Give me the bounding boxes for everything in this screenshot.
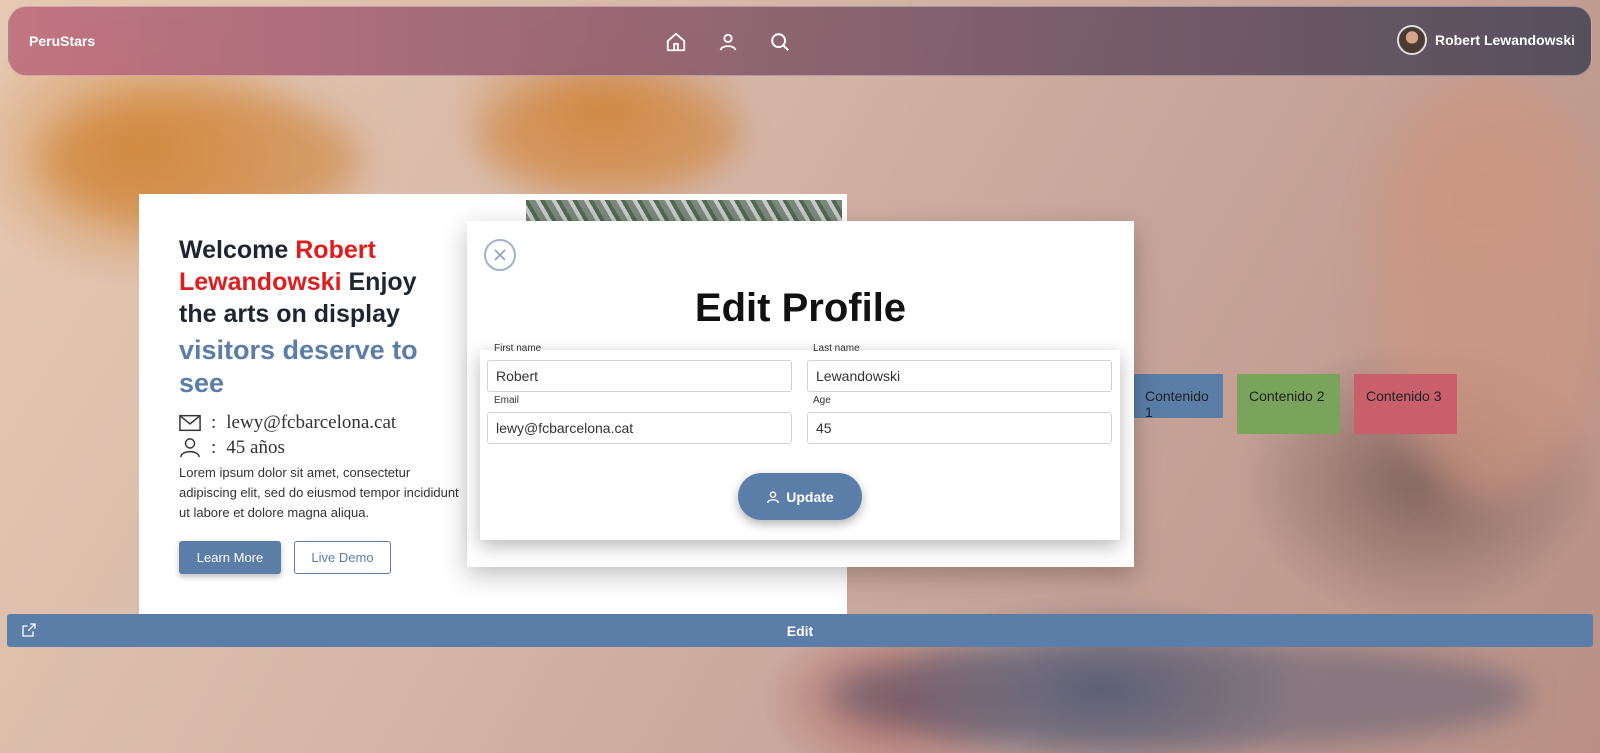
content-chip-3[interactable]: Contenido 3 — [1354, 374, 1457, 434]
user-icon[interactable] — [713, 27, 743, 57]
brand-logo[interactable]: PeruStars — [29, 33, 95, 49]
description-text: Lorem ipsum dolor sit amet, consectetur … — [179, 465, 459, 520]
email-field[interactable] — [487, 412, 792, 444]
close-icon — [494, 249, 506, 261]
age-text: 45 años — [226, 437, 285, 458]
welcome-heading: Welcome Robert Lewandowski Enjoy the art… — [179, 234, 459, 330]
home-icon[interactable] — [661, 27, 691, 57]
edit-bar-label: Edit — [786, 622, 814, 639]
background-paint-stain — [830, 640, 1530, 750]
update-button[interactable]: Update — [738, 473, 862, 520]
content-chip-label: Contenido 1 — [1145, 388, 1209, 420]
email-info-row: : lewy@fcbarcelona.cat — [179, 412, 396, 434]
first-name-field[interactable] — [487, 360, 792, 392]
background-paint-stain — [480, 80, 740, 190]
external-link-icon — [22, 623, 36, 637]
email-text: lewy@fcbarcelona.cat — [226, 412, 397, 433]
first-name-label: First name — [494, 343, 542, 354]
avatar — [1396, 25, 1427, 55]
learn-more-button[interactable]: Learn More — [179, 541, 281, 574]
background-hand — [1380, 80, 1600, 500]
update-label: Update — [786, 488, 834, 505]
top-navbar: PeruStars Robert Lewandowski — [8, 6, 1592, 76]
email-label: Email — [494, 395, 520, 406]
content-chip-label: Contenido 2 — [1249, 388, 1325, 404]
age-field[interactable] — [807, 412, 1112, 444]
tagline: visitors deserve to see — [179, 335, 418, 398]
separator: : — [211, 412, 217, 433]
user-name: Robert Lewandowski — [1434, 32, 1575, 48]
last-name-label: Last name — [813, 343, 860, 354]
separator: : — [211, 437, 217, 458]
user-icon — [767, 490, 780, 503]
welcome-prefix: Welcome — [179, 236, 296, 264]
content-chip-2[interactable]: Contenido 2 — [1237, 374, 1340, 434]
last-name-field[interactable] — [807, 360, 1112, 392]
modal-title: Edit Profile — [694, 286, 907, 330]
person-icon — [180, 438, 200, 458]
content-chip-label: Contenido 3 — [1366, 388, 1442, 404]
age-info-row: : 45 años — [179, 437, 285, 459]
content-chip-1[interactable]: Contenido 1 — [1133, 374, 1223, 420]
user-menu[interactable]: Robert Lewandowski — [1396, 25, 1575, 55]
nav-icons — [661, 27, 795, 57]
edit-bar[interactable]: Edit — [7, 614, 1593, 647]
live-demo-button[interactable]: Live Demo — [294, 541, 391, 574]
age-label: Age — [813, 395, 831, 406]
search-icon[interactable] — [765, 27, 795, 57]
close-modal-button[interactable] — [484, 239, 516, 271]
mail-icon — [179, 414, 201, 432]
